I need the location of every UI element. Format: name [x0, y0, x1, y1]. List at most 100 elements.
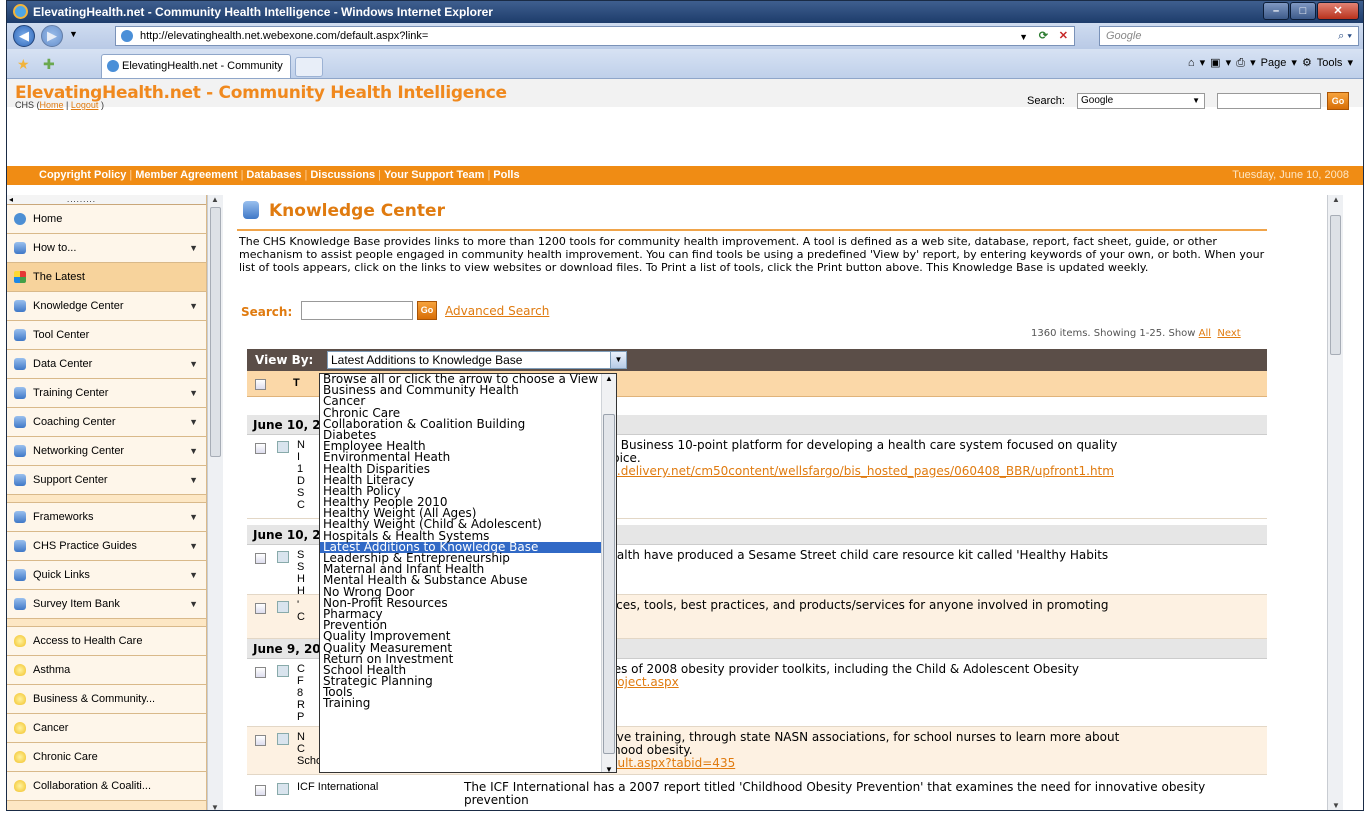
nav-link-member-agreement[interactable]: Member Agreement — [135, 169, 237, 181]
record-icon[interactable] — [277, 733, 289, 745]
sidebar-item-label: Asthma — [33, 664, 71, 676]
chevron-down-icon[interactable]: ▼ — [189, 532, 198, 560]
nav-link-polls[interactable]: Polls — [493, 169, 519, 181]
knowledge-search-go-button[interactable]: Go — [417, 301, 437, 320]
chevron-down-icon[interactable]: ▼ — [189, 234, 198, 262]
sidebar-scrollbar[interactable]: ▲ ▼ — [207, 195, 223, 810]
sidebar-item-networking-center[interactable]: Networking Center ▼ — [7, 437, 206, 466]
chevron-down-icon[interactable]: ▼ — [189, 503, 198, 531]
row-checkbox[interactable] — [255, 735, 266, 746]
dropdown-option[interactable]: Strategic Planning — [320, 675, 616, 687]
print-icon[interactable]: ⎙ ▾ — [1236, 57, 1255, 69]
sidebar-item-chs-practice-guides[interactable]: CHS Practice Guides ▼ — [7, 532, 206, 561]
scroll-down-icon[interactable]: ▼ — [1332, 801, 1340, 810]
row-checkbox[interactable] — [255, 785, 266, 796]
sidebar-item-quick-links[interactable]: Quick Links ▼ — [7, 561, 206, 590]
refresh-icon[interactable]: ⟳ — [1039, 27, 1048, 45]
view-by-dropdown-list[interactable]: Browse all or click the arrow to choose … — [319, 373, 617, 773]
select-all-checkbox[interactable] — [255, 379, 266, 390]
close-button[interactable]: ✕ — [1317, 2, 1359, 20]
record-icon[interactable] — [277, 665, 289, 677]
sidebar-item-cancer[interactable]: Cancer — [7, 714, 206, 743]
sidebar-item-coaching-center[interactable]: Coaching Center ▼ — [7, 408, 206, 437]
select-dropdown-icon[interactable]: ▼ — [610, 352, 626, 368]
sidebar-item-support-center[interactable]: Support Center ▼ — [7, 466, 206, 495]
forward-button[interactable]: ▶ — [41, 25, 63, 47]
sidebar-item-asthma[interactable]: Asthma — [7, 656, 206, 685]
sidebar-item-training-center[interactable]: Training Center ▼ — [7, 379, 206, 408]
favorites-star-icon[interactable]: ★ — [17, 56, 30, 73]
scroll-up-icon[interactable]: ▲ — [1332, 195, 1340, 204]
site-search-input[interactable] — [1217, 93, 1321, 109]
sidebar-scroll-thumb[interactable] — [210, 207, 221, 457]
sidebar-item-survey-item-bank[interactable]: Survey Item Bank ▼ — [7, 590, 206, 619]
address-dropdown-icon[interactable]: ▼ — [1019, 28, 1028, 46]
dropdown-option[interactable]: Training — [320, 697, 616, 709]
record-icon[interactable] — [277, 441, 289, 453]
knowledge-search-input[interactable] — [301, 301, 413, 320]
row-checkbox[interactable] — [255, 667, 266, 678]
browser-tab[interactable]: ElevatingHealth.net - Community Health I… — [101, 54, 291, 94]
page-scroll-thumb[interactable] — [1330, 215, 1341, 355]
site-search-go-button[interactable]: Go — [1327, 92, 1349, 110]
chevron-down-icon[interactable]: ▼ — [189, 590, 198, 618]
record-icon[interactable] — [277, 783, 289, 795]
row-checkbox[interactable] — [255, 603, 266, 614]
stop-icon[interactable]: ✕ — [1059, 27, 1068, 45]
sidebar-item-home[interactable]: Home — [7, 205, 206, 234]
chevron-down-icon[interactable]: ▼ — [189, 379, 198, 407]
new-tab-button[interactable] — [295, 57, 323, 77]
history-dropdown-icon[interactable]: ▼ — [69, 29, 78, 39]
dropdown-scroll-down-icon[interactable]: ▼ — [605, 765, 613, 772]
record-icon[interactable] — [277, 551, 289, 563]
show-all-link[interactable]: All — [1199, 328, 1211, 339]
add-favorites-icon[interactable]: ✚ — [43, 56, 55, 73]
search-engine-select[interactable]: Google ▼ — [1077, 93, 1205, 109]
sidebar-item-frameworks[interactable]: Frameworks ▼ — [7, 503, 206, 532]
sidebar-item-access-to-health-care[interactable]: Access to Health Care — [7, 627, 206, 656]
maximize-button[interactable]: □ — [1290, 2, 1316, 20]
sidebar-item-business-community[interactable]: Business & Community... — [7, 685, 206, 714]
dropdown-scrollbar[interactable]: ▲ ▼ — [601, 374, 616, 772]
minimize-button[interactable]: – — [1263, 2, 1289, 20]
nav-link-databases[interactable]: Databases — [246, 169, 301, 181]
nav-link-your-support-team[interactable]: Your Support Team — [384, 169, 484, 181]
home-link[interactable]: Home — [40, 100, 64, 110]
chevron-down-icon[interactable]: ▼ — [189, 466, 198, 494]
advanced-search-link[interactable]: Advanced Search — [445, 304, 549, 318]
chevron-down-icon[interactable]: ▼ — [189, 437, 198, 465]
next-link[interactable]: Next — [1217, 328, 1240, 339]
page-scrollbar[interactable]: ▲ ▼ — [1327, 195, 1343, 810]
back-button[interactable]: ◀ — [13, 25, 35, 47]
chevron-down-icon[interactable]: ▼ — [189, 561, 198, 589]
sidebar-scroll-down-icon[interactable]: ▼ — [211, 803, 219, 810]
sidebar-item-knowledge-center[interactable]: Knowledge Center ▼ — [7, 292, 206, 321]
page-menu[interactable]: Page ▾ — [1261, 57, 1297, 69]
chevron-down-icon[interactable]: ▼ — [189, 408, 198, 436]
tools-menu[interactable]: ⚙ Tools ▾ — [1302, 57, 1353, 69]
sidebar-item-how-to[interactable]: How to... ▼ — [7, 234, 206, 263]
sidebar-item-chronic-care[interactable]: Chronic Care — [7, 743, 206, 772]
feeds-icon[interactable]: ▣ ▾ — [1210, 57, 1231, 69]
sidebar-scroll-up-icon[interactable]: ▲ — [211, 195, 219, 204]
view-by-select[interactable]: Latest Additions to Knowledge Base ▼ — [327, 351, 627, 369]
nav-link-discussions[interactable]: Discussions — [310, 169, 375, 181]
sidebar-item-collaboration-coaliti[interactable]: Collaboration & Coaliti... — [7, 772, 206, 801]
sidebar-item-tool-center[interactable]: Tool Center — [7, 321, 206, 350]
sidebar-item-label: Frameworks — [33, 511, 94, 523]
home-icon[interactable]: ⌂ ▾ — [1188, 57, 1205, 69]
dropdown-scroll-up-icon[interactable]: ▲ — [605, 374, 613, 383]
logout-link[interactable]: Logout — [71, 100, 99, 110]
search-icon[interactable]: ⌕ ▾ — [1338, 27, 1352, 45]
row-checkbox[interactable] — [255, 443, 266, 454]
row-checkbox[interactable] — [255, 553, 266, 564]
record-icon[interactable] — [277, 601, 289, 613]
address-bar[interactable]: http://elevatinghealth.net.webexone.com/… — [115, 26, 1075, 46]
dropdown-scroll-thumb[interactable] — [603, 414, 615, 754]
chevron-down-icon[interactable]: ▼ — [189, 350, 198, 378]
chevron-down-icon[interactable]: ▼ — [189, 292, 198, 320]
browser-search-input[interactable]: Google ⌕ ▾ — [1099, 26, 1359, 46]
sidebar-item-data-center[interactable]: Data Center ▼ — [7, 350, 206, 379]
sidebar-item-the-latest[interactable]: The Latest — [7, 263, 206, 292]
nav-link-copyright-policy[interactable]: Copyright Policy — [39, 169, 126, 181]
